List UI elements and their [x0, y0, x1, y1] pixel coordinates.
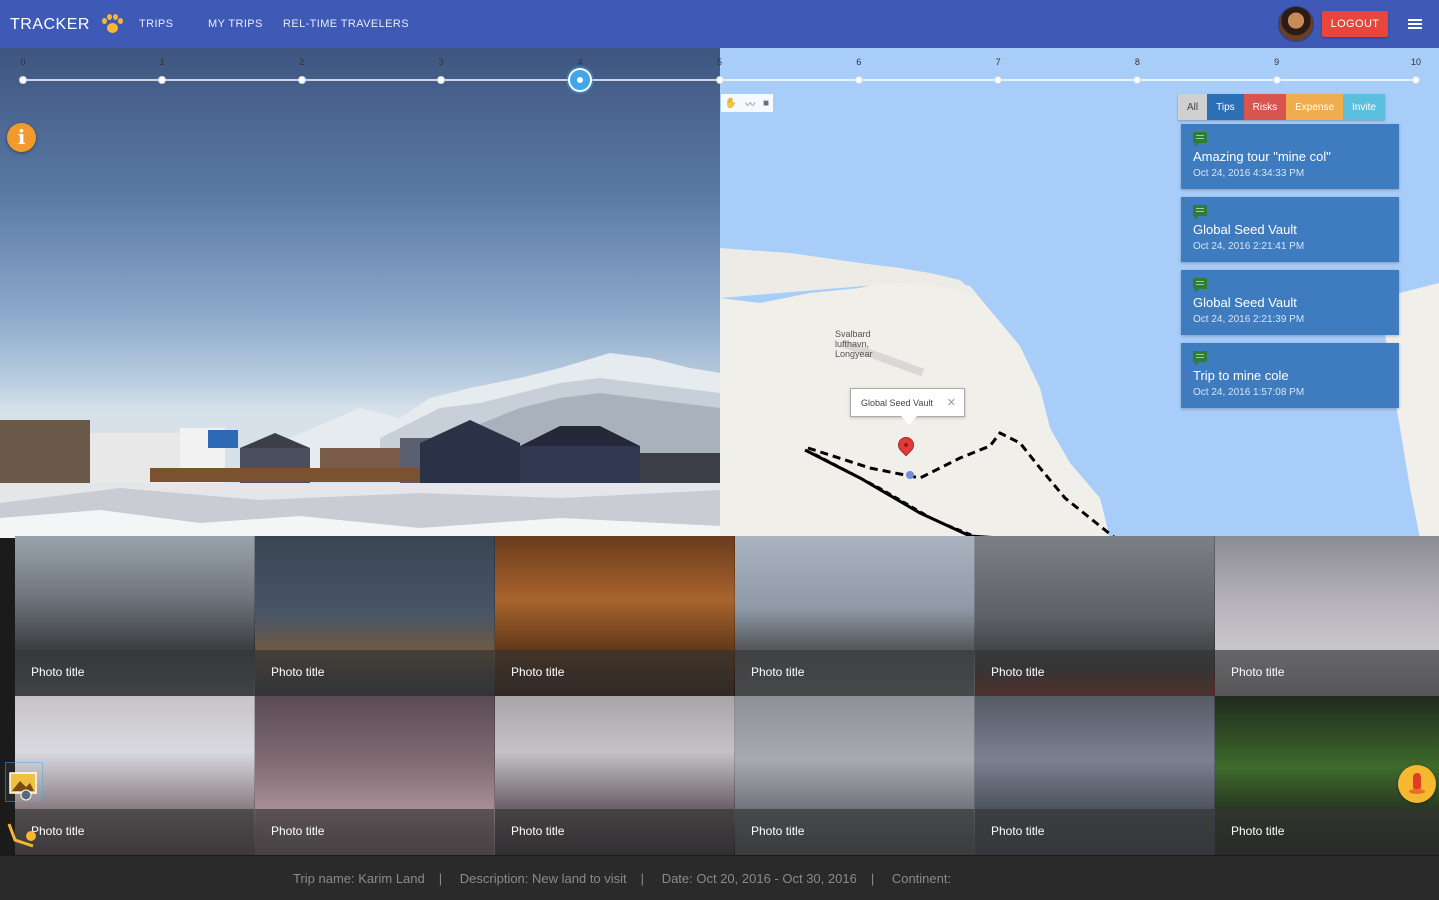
- user-avatar[interactable]: [1278, 6, 1314, 42]
- chat-icon: [1193, 278, 1207, 293]
- event-title: Global Seed Vault: [1193, 222, 1297, 237]
- event-time: Oct 24, 2016 1:57:08 PM: [1193, 387, 1305, 398]
- street-view-panel[interactable]: [0, 48, 720, 538]
- brand-name: TRACKER: [10, 16, 90, 33]
- chat-icon: [1193, 132, 1207, 147]
- nav-trips[interactable]: TRIPS: [139, 18, 173, 30]
- polyline-icon[interactable]: 〰: [745, 96, 755, 111]
- photo-thumbnail[interactable]: Photo title: [15, 536, 255, 696]
- photo-thumbnail[interactable]: Photo title: [735, 536, 975, 696]
- photo-grid: Photo title Photo title Photo title Photo t…: [15, 536, 1439, 856]
- event-card[interactable]: Amazing tour "mine col" Oct 24, 2016 4:34…: [1181, 124, 1399, 189]
- photo-title: Photo title: [511, 824, 565, 838]
- map-place-label: Svalbard lufthavn, Longyear: [835, 329, 873, 359]
- photo-title: Photo title: [1231, 665, 1285, 679]
- photo-title: Photo title: [751, 665, 805, 679]
- photo-thumbnail[interactable]: Photo title: [15, 696, 255, 855]
- photo-title: Photo title: [271, 665, 325, 679]
- route-pin-graphic: [7, 823, 36, 848]
- square-icon[interactable]: ■: [763, 98, 769, 109]
- event-time: Oct 24, 2016 2:21:39 PM: [1193, 314, 1305, 325]
- chat-icon: [1193, 351, 1207, 366]
- photo-gallery-icon[interactable]: [5, 762, 43, 802]
- photo-thumbnail[interactable]: Photo title: [495, 696, 735, 855]
- map-place-label-text: Svalbard lufthavn, Longyear: [835, 329, 873, 359]
- paw-icon: [100, 14, 124, 36]
- popup-title: Global Seed Vault: [861, 397, 933, 408]
- category-filters: All Tips Risks Expense Invite: [1178, 94, 1385, 120]
- nav-my-trips[interactable]: MY TRIPS: [208, 18, 263, 30]
- event-card[interactable]: Global Seed Vault Oct 24, 2016 2:21:39 PM: [1181, 270, 1399, 335]
- filter-expense[interactable]: Expense: [1286, 94, 1344, 120]
- logout-button[interactable]: LOGOUT: [1322, 11, 1388, 37]
- event-time: Oct 24, 2016 2:21:41 PM: [1193, 241, 1305, 252]
- map-drawing-tools[interactable]: ✋ 〰 ■: [721, 94, 773, 112]
- street-scene: [0, 353, 720, 538]
- filter-tips[interactable]: Tips: [1207, 94, 1244, 120]
- trip-name: Trip name: Karim Land: [293, 871, 425, 886]
- trip-continent: Continent:: [891, 871, 952, 886]
- photo-thumbnail[interactable]: Photo title: [255, 696, 495, 855]
- event-card[interactable]: Trip to mine cole Oct 24, 2016 1:57:08 PM: [1181, 343, 1399, 408]
- menu-icon[interactable]: [1408, 19, 1422, 30]
- trip-description: Description: New land to visit: [459, 871, 627, 886]
- top-navbar: TRACKER TRIPS MY TRIPS REL-TIME TRAVELER…: [0, 0, 1439, 48]
- filter-invite[interactable]: Invite: [1343, 94, 1385, 120]
- location-marker-icon[interactable]: [1398, 765, 1436, 803]
- photo-title: Photo title: [271, 824, 325, 838]
- brand-logo[interactable]: TRACKER: [10, 14, 124, 36]
- photo-title: Photo title: [751, 824, 805, 838]
- photo-title: Photo title: [991, 824, 1045, 838]
- chat-icon: [1193, 205, 1207, 220]
- hand-icon[interactable]: ✋: [725, 98, 737, 109]
- photo-thumbnail[interactable]: Photo title: [735, 696, 975, 855]
- event-list: Amazing tour "mine col" Oct 24, 2016 4:34…: [1181, 124, 1399, 416]
- photo-gallery-graphic: [9, 772, 37, 801]
- photo-thumbnail[interactable]: Photo title: [255, 536, 495, 696]
- photo-title: Photo title: [991, 665, 1045, 679]
- nav-real-time-travelers[interactable]: REL-TIME TRAVELERS: [283, 18, 409, 30]
- filter-all[interactable]: All: [1178, 94, 1208, 120]
- photo-thumbnail[interactable]: Photo title: [975, 696, 1215, 855]
- event-title: Global Seed Vault: [1193, 295, 1297, 310]
- event-title: Trip to mine cole: [1193, 368, 1289, 383]
- info-icon[interactable]: i: [7, 123, 36, 152]
- event-title: Amazing tour "mine col": [1193, 149, 1331, 164]
- event-time: Oct 24, 2016 4:34:33 PM: [1193, 168, 1305, 179]
- photo-thumbnail[interactable]: Photo title: [975, 536, 1215, 696]
- route-pin-icon[interactable]: [5, 820, 39, 852]
- photo-title: Photo title: [511, 665, 565, 679]
- event-card[interactable]: Global Seed Vault Oct 24, 2016 2:21:41 PM: [1181, 197, 1399, 262]
- photo-thumbnail[interactable]: Photo title: [1215, 536, 1439, 696]
- close-icon[interactable]: ✕: [947, 396, 956, 409]
- photo-thumbnail[interactable]: Photo title: [495, 536, 735, 696]
- photo-title: Photo title: [31, 665, 85, 679]
- photo-title: Photo title: [1231, 824, 1285, 838]
- map-info-popup[interactable]: Global Seed Vault ✕: [850, 388, 965, 425]
- trip-info-footer: Trip name: Karim Land | Description: New …: [0, 856, 1439, 900]
- photo-title: Photo title: [31, 824, 85, 838]
- trip-date: Date: Oct 20, 2016 - Oct 30, 2016: [661, 871, 857, 886]
- filter-risks[interactable]: Risks: [1243, 94, 1287, 120]
